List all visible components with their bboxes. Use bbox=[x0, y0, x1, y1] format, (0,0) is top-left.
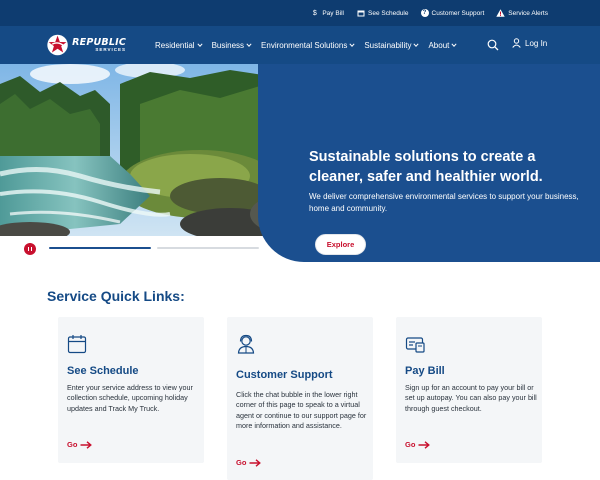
go-label: Go bbox=[236, 458, 247, 467]
card-description: Sign up for an account to pay your bill … bbox=[405, 383, 537, 413]
login-label: Log In bbox=[525, 38, 548, 48]
explore-button[interactable]: Explore bbox=[315, 234, 366, 255]
arrow-right-icon bbox=[418, 440, 431, 449]
carousel-pause-button[interactable] bbox=[24, 243, 36, 255]
utility-service-alerts-label: Service Alerts bbox=[508, 9, 548, 17]
card-description: Click the chat bubble in the lower right… bbox=[236, 390, 367, 431]
brand-logo[interactable]: REPUBLIC SERVICES bbox=[46, 32, 126, 58]
carousel-progress-inactive[interactable] bbox=[157, 247, 259, 249]
pause-icon bbox=[30, 246, 32, 252]
star-logo-icon bbox=[47, 34, 68, 56]
alert-icon bbox=[496, 9, 505, 18]
nav-menu: Residential Business Environmental Solut… bbox=[155, 26, 466, 64]
support-agent-icon bbox=[237, 334, 255, 354]
main-nav: REPUBLIC SERVICES Residential Business E… bbox=[0, 26, 600, 64]
nav-item-sustainability[interactable]: Sustainability bbox=[364, 40, 420, 50]
user-icon bbox=[512, 38, 521, 48]
customer-support-go-link[interactable]: Go bbox=[236, 458, 262, 467]
quick-link-card-see-schedule: See Schedule Enter your service address … bbox=[58, 317, 204, 463]
card-description: Enter your service address to view your … bbox=[67, 383, 193, 413]
card-title: Customer Support bbox=[236, 369, 333, 381]
bill-icon bbox=[405, 337, 425, 353]
go-label: Go bbox=[67, 440, 78, 449]
nav-item-residential[interactable]: Residential bbox=[155, 41, 203, 50]
card-title: Pay Bill bbox=[405, 365, 445, 377]
see-schedule-go-link[interactable]: Go bbox=[67, 440, 93, 449]
hero-description: We deliver comprehensive environmental s… bbox=[309, 192, 579, 213]
nav-item-label: About bbox=[428, 40, 450, 50]
utility-pay-bill-label: Pay Bill bbox=[322, 9, 345, 17]
arrow-right-icon bbox=[80, 440, 93, 449]
nav-item-about[interactable]: About bbox=[428, 41, 457, 50]
hero-river-image bbox=[0, 64, 300, 236]
chevron-down-icon bbox=[451, 43, 457, 47]
chevron-down-icon bbox=[246, 43, 252, 47]
card-title: See Schedule bbox=[67, 365, 139, 377]
quick-links-title: Service Quick Links: bbox=[47, 288, 185, 304]
chevron-down-icon bbox=[413, 43, 420, 47]
quick-link-card-pay-bill: Pay Bill Sign up for an account to pay y… bbox=[396, 317, 542, 463]
pause-icon bbox=[28, 246, 30, 252]
dollar-icon: $ bbox=[312, 9, 317, 17]
chevron-down-icon bbox=[349, 43, 355, 47]
utility-see-schedule-link[interactable]: See Schedule bbox=[356, 9, 409, 18]
nav-item-business[interactable]: Business bbox=[212, 41, 252, 50]
go-label: Go bbox=[405, 440, 416, 449]
arrow-right-icon bbox=[249, 458, 262, 467]
utility-pay-bill-link[interactable]: $ Pay Bill bbox=[310, 9, 344, 18]
nav-item-label: Sustainability bbox=[364, 40, 412, 50]
nav-item-label: Environmental Solutions bbox=[261, 40, 348, 50]
nav-item-environmental-solutions[interactable]: Environmental Solutions bbox=[261, 41, 355, 50]
search-icon[interactable] bbox=[487, 39, 499, 51]
brand-name: REPUBLIC bbox=[72, 36, 126, 48]
chevron-down-icon bbox=[197, 43, 203, 47]
question-icon: ? bbox=[420, 9, 429, 17]
nav-item-label: Residential bbox=[155, 40, 195, 50]
calendar-icon bbox=[67, 335, 87, 354]
brand-sub: SERVICES bbox=[95, 47, 126, 52]
hero-title: Sustainable solutions to create a cleane… bbox=[309, 149, 543, 185]
login-link[interactable]: Log In bbox=[512, 38, 547, 48]
carousel-progress-active[interactable] bbox=[49, 247, 151, 249]
utility-customer-support-link[interactable]: ? Customer Support bbox=[420, 9, 485, 17]
utility-customer-support-label: Customer Support bbox=[431, 9, 485, 17]
pay-bill-go-link[interactable]: Go bbox=[405, 440, 431, 449]
hero-section: Sustainable solutions to create a cleane… bbox=[0, 64, 600, 262]
utility-see-schedule-label: See Schedule bbox=[368, 9, 409, 17]
calendar-icon bbox=[356, 9, 365, 18]
utility-service-alerts-link[interactable]: Service Alerts bbox=[496, 9, 548, 18]
quick-link-card-customer-support: Customer Support Click the chat bubble i… bbox=[227, 317, 373, 480]
utility-bar: $ Pay Bill See Schedule ? Customer Suppo… bbox=[0, 0, 600, 26]
nav-item-label: Business bbox=[211, 40, 245, 50]
